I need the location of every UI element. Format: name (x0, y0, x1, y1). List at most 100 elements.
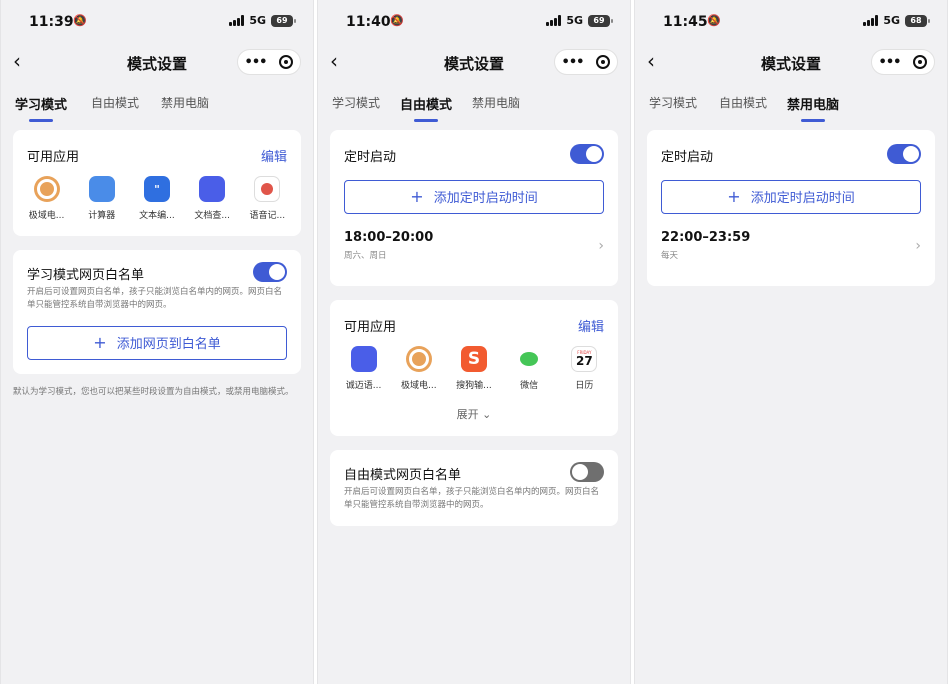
mute-bell-icon: 🔕 (390, 14, 404, 27)
whitelist-toggle[interactable] (570, 462, 604, 482)
tab-study-mode[interactable]: 学习模式 (15, 94, 67, 122)
schedule-time-range: 22:00–23:59 (661, 230, 751, 245)
tab-free-mode[interactable]: 自由模式 (719, 94, 767, 111)
mode-tabs: 学习模式 自由模式 禁用电脑 (318, 94, 630, 122)
schedule-time-range: 18:00–20:00 (344, 230, 434, 245)
whitelist-toggle[interactable] (253, 262, 287, 282)
nav-bar: ‹ 模式设置 ••• (318, 46, 630, 80)
app-item-wechat[interactable]: 微信 (503, 346, 555, 391)
schedule-title: 定时启动 (344, 150, 397, 165)
close-target-icon[interactable] (279, 55, 294, 69)
screen-free-mode: 11:40 🔕 5G 69 ‹ 模式设置 ••• 学习模式 自由模式 禁用电脑 … (317, 0, 631, 684)
battery-icon: 68 (905, 14, 930, 27)
document-viewer-icon (199, 176, 226, 202)
screen-disable-computer: 11:45 🔕 5G 68 ‹ 模式设置 ••• 学习模式 自由模式 禁用电脑 … (634, 0, 948, 684)
status-bar: 11:45 🔕 5G 68 (635, 0, 947, 40)
tab-study-mode[interactable]: 学习模式 (649, 94, 697, 111)
add-whitelist-label: 添加网页到白名单 (116, 337, 221, 352)
more-icon[interactable]: ••• (245, 55, 268, 70)
app-list: 极域电... 计算器 " 文本编... 文档查... 语音记... (19, 176, 295, 221)
status-time: 11:39 (29, 14, 74, 30)
edit-apps-link[interactable]: 编辑 (261, 146, 287, 165)
screen-study-mode: 11:39 🔕 5G 69 ‹ 模式设置 ••• 学习模式 自由模式 禁用电脑 … (0, 0, 314, 684)
battery-icon: 69 (588, 14, 613, 27)
mute-bell-icon: 🔕 (73, 14, 87, 27)
tab-disable-computer[interactable]: 禁用电脑 (161, 94, 209, 111)
close-target-icon[interactable] (913, 55, 928, 69)
app-label: 日历 (575, 381, 594, 391)
add-whitelist-button[interactable]: + 添加网页到白名单 (27, 326, 287, 360)
tab-disable-computer[interactable]: 禁用电脑 (472, 94, 520, 111)
sogou-icon: S (460, 346, 487, 372)
status-bar: 11:39 🔕 5G 69 (1, 0, 313, 40)
add-schedule-button[interactable]: + 添加定时启动时间 (344, 180, 604, 214)
edit-apps-link[interactable]: 编辑 (578, 316, 604, 335)
tab-free-mode[interactable]: 自由模式 (91, 94, 139, 111)
whitelist-description: 开启后可设置网页白名单，孩子只能浏览白名单内的网页。网页白名单只能管控系统自带浏… (344, 487, 600, 510)
app-label: 微信 (520, 381, 539, 391)
whitelist-title: 学习模式网页白名单 (27, 268, 145, 283)
status-bar: 11:40 🔕 5G 69 (318, 0, 630, 40)
chevron-down-icon: ⌄ (482, 408, 492, 421)
whitelist-card: 学习模式网页白名单 开启后可设置网页白名单，孩子只能浏览白名单内的网页。网页白名… (13, 250, 301, 374)
tab-free-mode[interactable]: 自由模式 (400, 94, 452, 122)
tab-study-mode[interactable]: 学习模式 (332, 94, 380, 111)
wechat-icon (516, 346, 543, 372)
schedule-card: 定时启动 + 添加定时启动时间 18:00–20:00 周六、周日 › (330, 130, 618, 286)
plus-icon: + (410, 187, 424, 206)
add-schedule-label: 添加定时启动时间 (750, 191, 855, 206)
expand-apps-button[interactable]: 展开 ⌄ (330, 406, 618, 422)
chevron-right-icon: › (915, 238, 921, 254)
signal-icon (229, 15, 245, 26)
tab-disable-computer[interactable]: 禁用电脑 (787, 94, 839, 122)
available-apps-title: 可用应用 (27, 150, 80, 165)
schedule-card: 定时启动 + 添加定时启动时间 22:00–23:59 每天 › (647, 130, 935, 286)
jiyu-icon (405, 346, 432, 372)
app-item-calculator[interactable]: 计算器 (76, 176, 128, 221)
app-label: 文档查... (194, 211, 230, 221)
available-apps-card: 可用应用 编辑 诚迈语... 极域电... S 搜狗输... 微信 FRIDAY… (330, 300, 618, 436)
schedule-entry[interactable]: 22:00–23:59 每天 › (661, 230, 921, 261)
expand-label: 展开 (456, 408, 479, 421)
whitelist-card: 自由模式网页白名单 开启后可设置网页白名单，孩子只能浏览白名单内的网页。网页白名… (330, 450, 618, 526)
calendar-day: 27 (575, 354, 593, 368)
nav-bar: ‹ 模式设置 ••• (635, 46, 947, 80)
more-icon[interactable]: ••• (879, 55, 902, 70)
app-item-jiyu[interactable]: 极域电... (21, 176, 73, 221)
signal-icon (546, 15, 562, 26)
schedule-toggle[interactable] (887, 144, 921, 164)
app-item-chengmai[interactable]: 诚迈语... (338, 346, 390, 391)
network-type: 5G (883, 14, 900, 27)
app-item-sogou[interactable]: S 搜狗输... (448, 346, 500, 391)
mode-footnote: 默认为学习模式，您也可以把某些时段设置为自由模式，或禁用电脑模式。 (13, 387, 294, 397)
nav-bar: ‹ 模式设置 ••• (1, 46, 313, 80)
available-apps-card: 可用应用 编辑 极域电... 计算器 " 文本编... 文档查... 语音记..… (13, 130, 301, 236)
whitelist-description: 开启后可设置网页白名单，孩子只能浏览白名单内的网页。网页白名单只能管控系统自带浏… (27, 287, 283, 310)
voice-memo-icon (254, 176, 281, 202)
plus-icon: + (93, 333, 107, 352)
mini-program-capsule: ••• (237, 49, 301, 75)
jiyu-icon (33, 176, 60, 202)
mode-tabs: 学习模式 自由模式 禁用电脑 (635, 94, 947, 122)
mode-tabs: 学习模式 自由模式 禁用电脑 (1, 94, 313, 122)
schedule-entry[interactable]: 18:00–20:00 周六、周日 › (344, 230, 604, 261)
schedule-toggle[interactable] (570, 144, 604, 164)
chevron-right-icon: › (598, 238, 604, 254)
app-item-document-viewer[interactable]: 文档查... (186, 176, 238, 221)
app-item-text-editor[interactable]: " 文本编... (131, 176, 183, 221)
plus-icon: + (727, 187, 741, 206)
app-label: 搜狗输... (456, 381, 492, 391)
more-icon[interactable]: ••• (562, 55, 585, 70)
network-type: 5G (566, 14, 583, 27)
app-item-calendar[interactable]: FRIDAY 27 日历 (558, 346, 610, 391)
app-label: 语音记... (249, 211, 286, 221)
mini-program-capsule: ••• (554, 49, 618, 75)
app-list: 诚迈语... 极域电... S 搜狗输... 微信 FRIDAY 27 日历 (336, 346, 612, 391)
app-item-voice-memo[interactable]: 语音记... (241, 176, 293, 221)
schedule-title: 定时启动 (661, 150, 714, 165)
close-target-icon[interactable] (596, 55, 611, 69)
signal-icon (863, 15, 879, 26)
app-item-jiyu[interactable]: 极域电... (393, 346, 445, 391)
app-label: 诚迈语... (345, 381, 382, 391)
add-schedule-button[interactable]: + 添加定时启动时间 (661, 180, 921, 214)
